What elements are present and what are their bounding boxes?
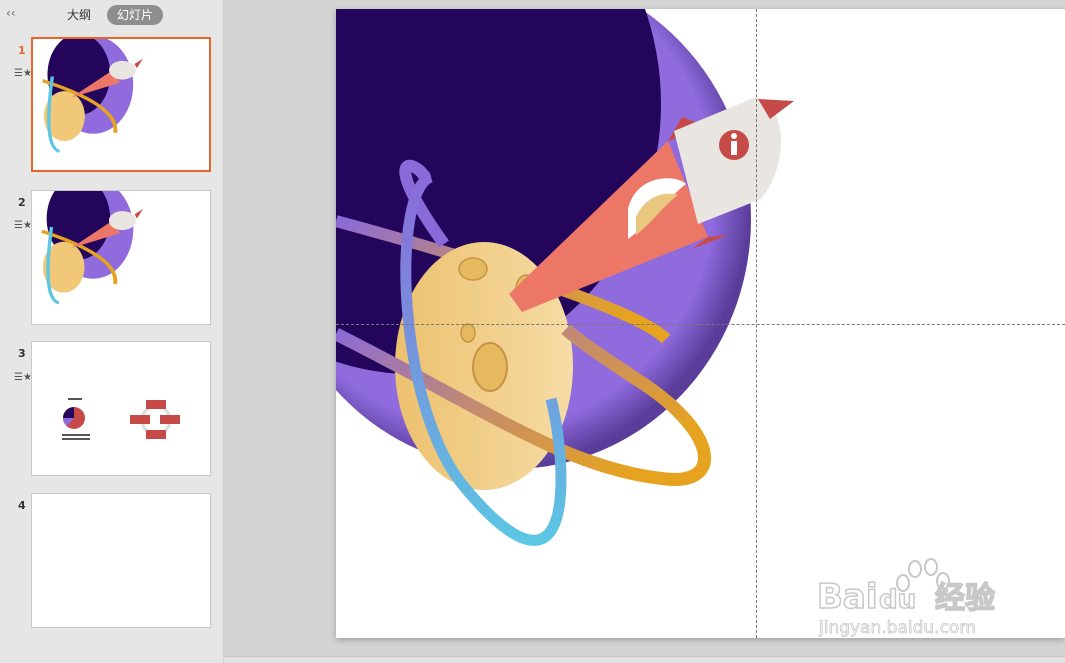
slide-number: 1 (18, 44, 26, 57)
baidu-watermark: Bai du 经验 jingyan.baidu.com (816, 553, 1012, 638)
horizontal-scrollbar[interactable] (224, 656, 1065, 663)
watermark-url: jingyan.baidu.com (818, 618, 976, 638)
collapse-panel-icon[interactable]: ‹‹ (6, 6, 16, 20)
horizontal-guide-line[interactable] (336, 324, 1065, 325)
animation-star-icon: ☰★ (14, 372, 32, 383)
slide-thumbnail-3[interactable] (31, 341, 211, 476)
thumb-3-illustration (32, 342, 210, 475)
tab-slides[interactable]: 幻灯片 (107, 5, 164, 25)
thumb-1-illustration (33, 39, 209, 170)
animation-star-icon: ☰★ (14, 68, 32, 79)
thumb-2-illustration (32, 191, 210, 324)
slide-number: 3 (18, 347, 26, 360)
slide-thumbnail-2[interactable] (31, 190, 211, 325)
watermark-brand-cn: 经验 (935, 581, 995, 616)
slide-thumbnail-4[interactable] (31, 493, 211, 628)
slide-thumbnail-1[interactable] (31, 37, 211, 172)
animation-star-icon: ☰★ (14, 220, 32, 231)
watermark-brand-du: du (879, 585, 916, 615)
slide-panel: ‹‹ 大纲 幻灯片 1 ☰★ 2 ☰★ 3 ☰★ 4 (0, 0, 224, 663)
tab-outline[interactable]: 大纲 (57, 5, 101, 25)
slide-number: 4 (18, 499, 26, 512)
slide-number: 2 (18, 196, 26, 209)
watermark-brand-latin: Bai (817, 577, 878, 617)
